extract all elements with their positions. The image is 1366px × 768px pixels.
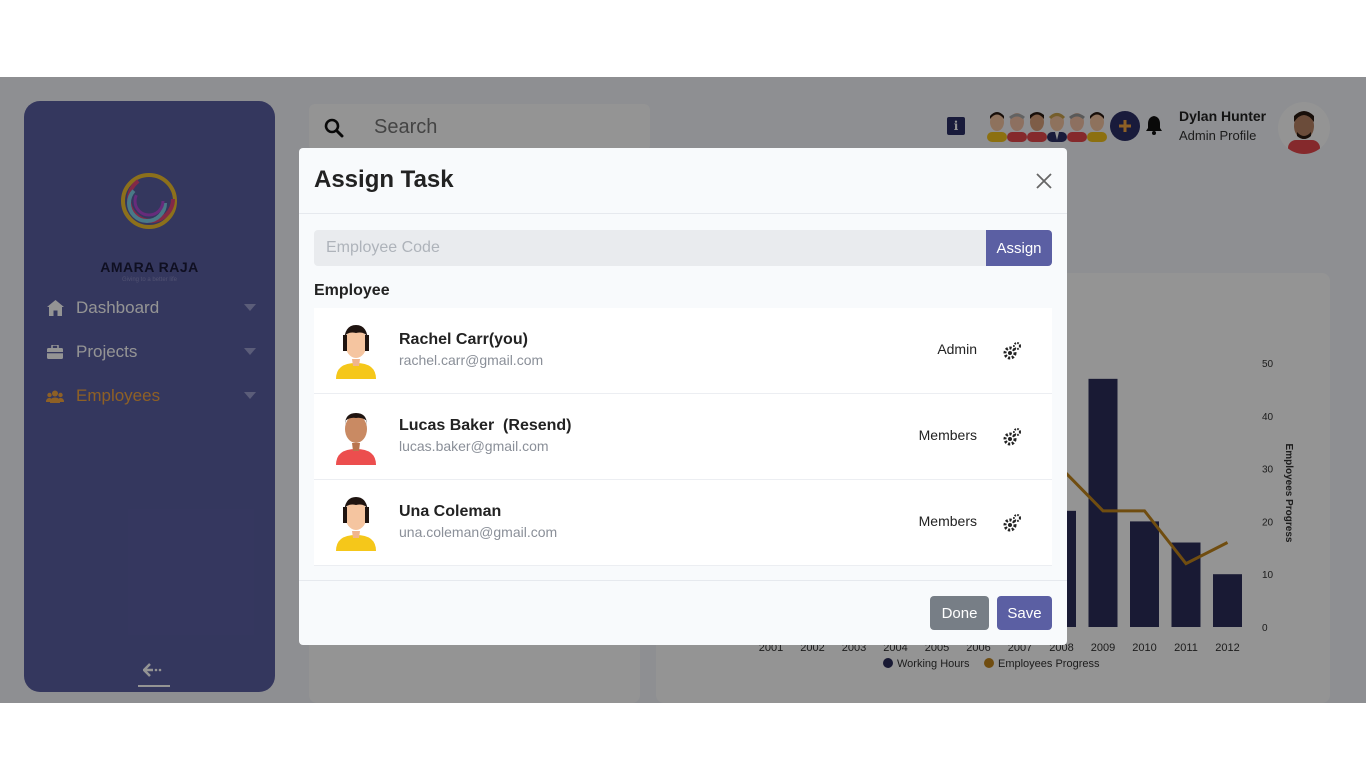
done-button[interactable]: Done [930, 596, 989, 630]
assign-task-modal: Assign Task Assign Employee Rachel Carr(… [299, 148, 1067, 645]
employee-row: Una Coleman una.coleman@gmail.com Member… [314, 480, 1052, 566]
employee-code-input[interactable] [314, 230, 986, 266]
employee-role: Admin [937, 341, 977, 357]
employee-email: una.coleman@gmail.com [399, 524, 558, 540]
close-icon[interactable] [1032, 169, 1056, 193]
employee-avatar [336, 325, 376, 379]
save-button[interactable]: Save [997, 596, 1052, 630]
gear-icon[interactable] [1002, 427, 1022, 447]
employee-row: Lucas Baker (Resend) lucas.baker@gmail.c… [314, 394, 1052, 480]
employee-row: Rachel Carr(you) rachel.carr@gmail.com A… [314, 308, 1052, 394]
employee-list: Rachel Carr(you) rachel.carr@gmail.com A… [314, 308, 1052, 566]
employee-email: rachel.carr@gmail.com [399, 352, 544, 368]
gear-icon[interactable] [1002, 341, 1022, 361]
employee-name: Rachel Carr(you) [399, 331, 528, 348]
employee-section-label: Employee [314, 282, 390, 299]
employee-avatar [336, 497, 376, 551]
modal-title: Assign Task [314, 166, 454, 193]
employee-role: Members [918, 427, 977, 443]
employee-avatar [336, 413, 376, 465]
employee-role: Members [918, 513, 977, 529]
employee-email: lucas.baker@gmail.com [399, 438, 549, 454]
employee-name: Lucas Baker (Resend) [399, 417, 572, 434]
divider [299, 213, 1067, 214]
assign-button[interactable]: Assign [986, 230, 1052, 266]
gear-icon[interactable] [1002, 513, 1022, 533]
employee-name: Una Coleman [399, 503, 502, 520]
divider [299, 580, 1067, 581]
